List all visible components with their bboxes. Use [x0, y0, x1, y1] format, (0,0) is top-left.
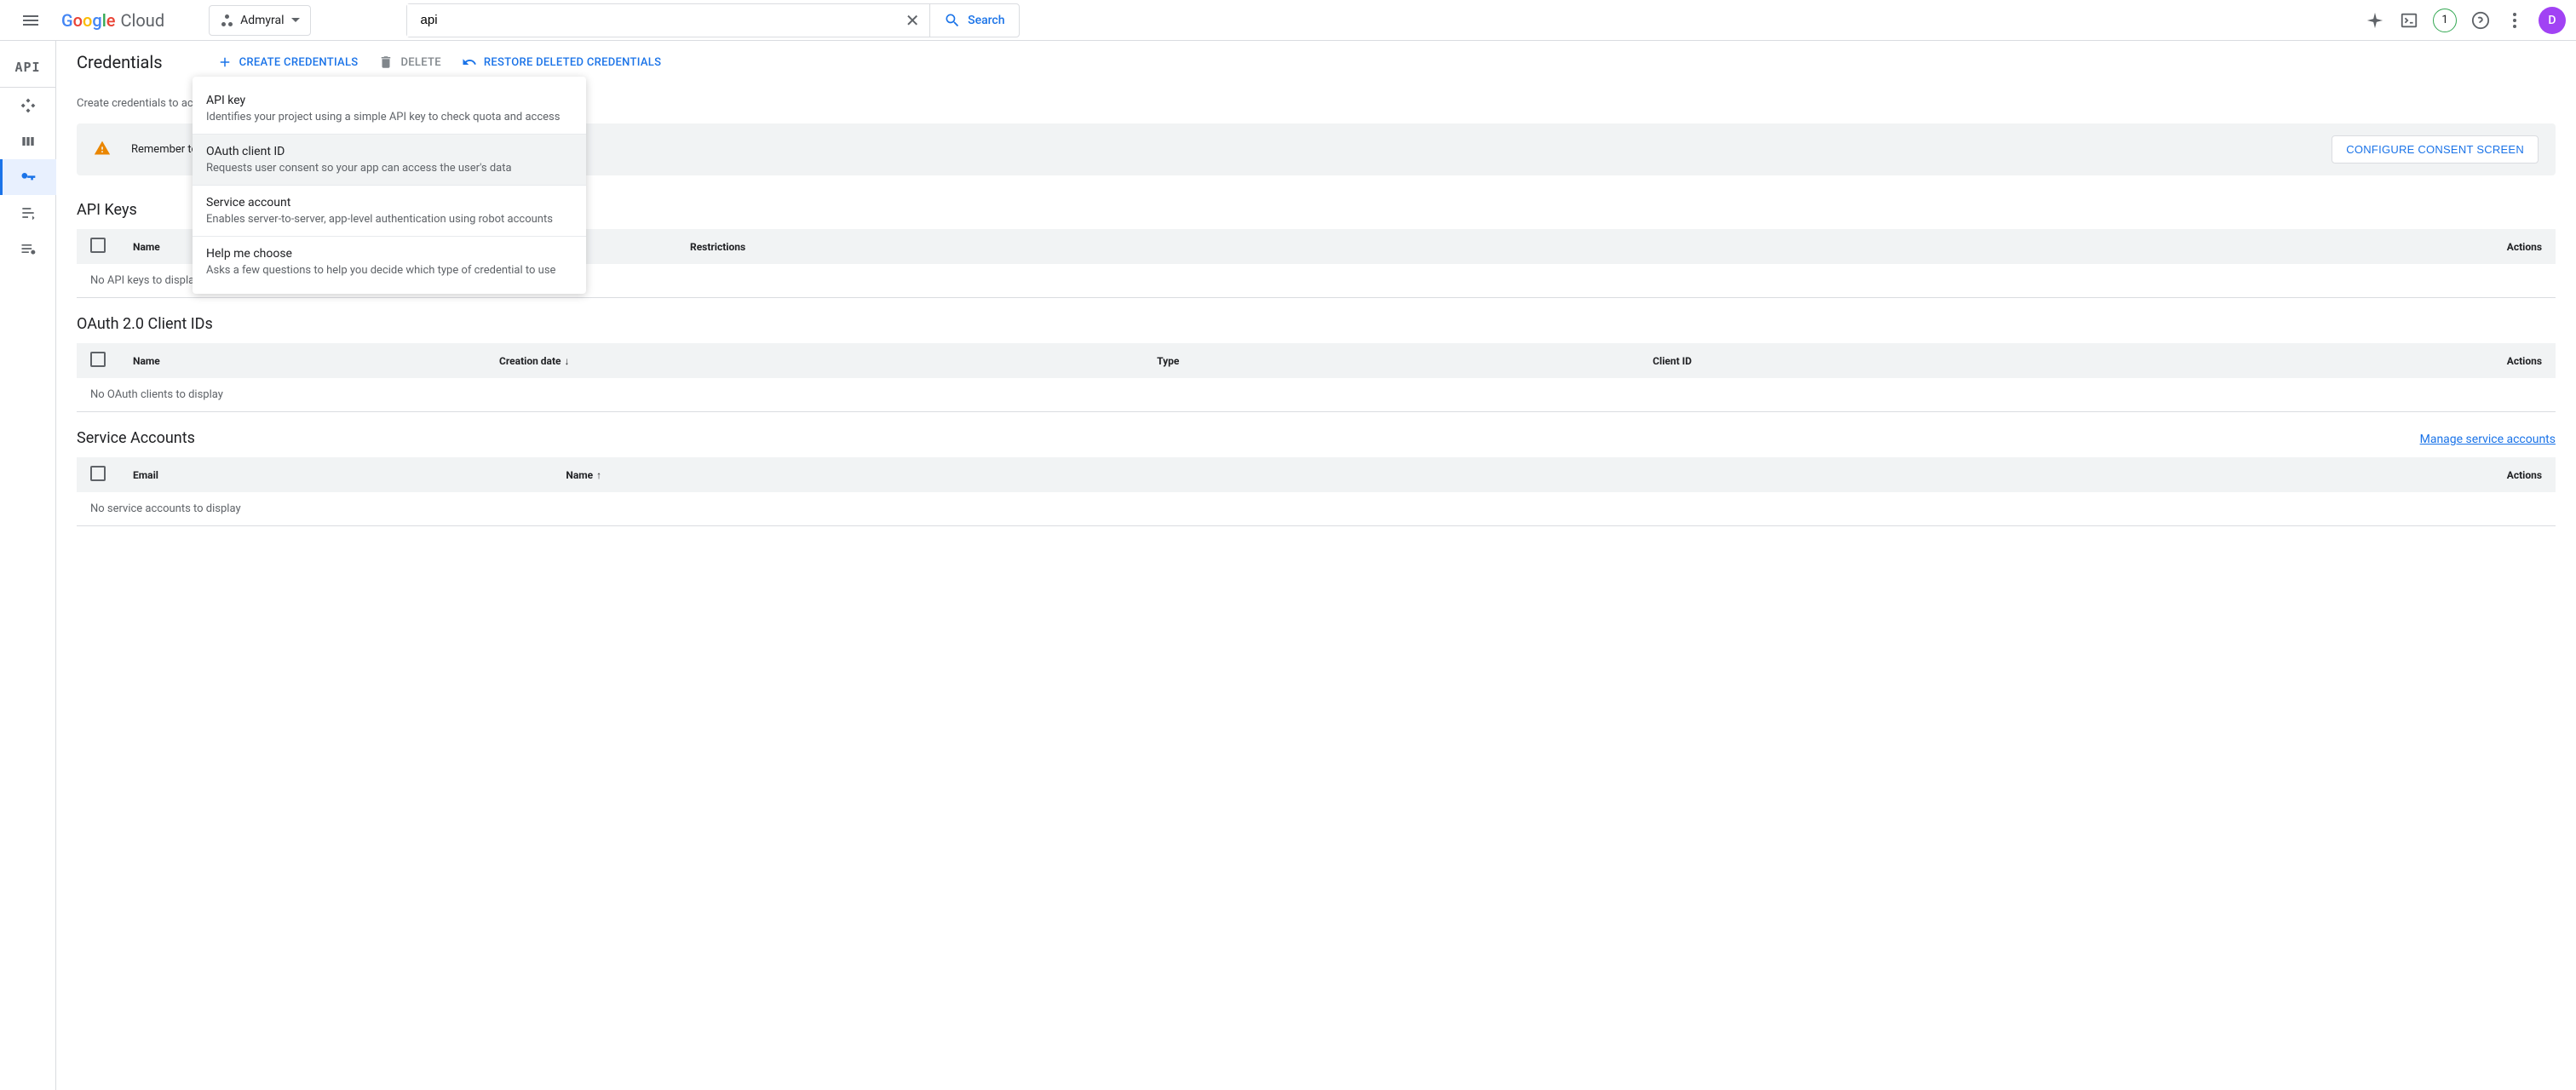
col-type[interactable]: Type [1143, 343, 1639, 378]
chevron-down-icon [291, 18, 300, 22]
top-header: Google Cloud Admyral ✕ Search 1 [0, 0, 2576, 41]
sparkle-icon [2366, 11, 2384, 30]
key-icon [20, 169, 37, 186]
library-icon [20, 133, 37, 150]
search-input[interactable] [407, 4, 896, 37]
dd-desc: Enables server-to-server, app-level auth… [206, 213, 572, 226]
trash-icon [378, 54, 394, 70]
delete-button[interactable]: DELETE [378, 54, 440, 70]
select-all-checkbox[interactable] [90, 238, 106, 253]
sidebar-item-library[interactable] [0, 123, 56, 159]
dd-desc: Requests user consent so your app can ac… [206, 162, 572, 175]
col-name[interactable]: Name↑ [552, 457, 1068, 492]
search-icon [944, 12, 961, 29]
google-wordmark: Google [61, 10, 116, 31]
dd-title: Help me choose [206, 247, 572, 261]
col-creation[interactable]: Creation date↓ [486, 343, 1143, 378]
help-icon [2471, 11, 2490, 30]
select-all-checkbox[interactable] [90, 352, 106, 367]
dd-title: Service account [206, 196, 572, 209]
hamburger-icon [23, 15, 38, 26]
cloud-shell-button[interactable] [2399, 10, 2419, 31]
notifications-badge[interactable]: 1 [2433, 9, 2457, 32]
dropdown-item-help-choose[interactable]: Help me choose Asks a few questions to h… [193, 237, 586, 287]
col-actions: Actions [2135, 343, 2556, 378]
empty-row: No OAuth clients to display [77, 378, 2556, 412]
settings-list-icon [20, 240, 37, 257]
kebab-icon [2513, 13, 2516, 28]
col-actions: Actions [1916, 229, 2556, 264]
col-actions: Actions [1068, 457, 2556, 492]
badge-count: 1 [2441, 14, 2447, 26]
project-name: Admyral [240, 14, 284, 27]
manage-service-accounts-link[interactable]: Manage service accounts [2420, 433, 2556, 446]
col-restrictions[interactable]: Restrictions [676, 229, 1916, 264]
oauth-table: Name Creation date↓ Type Client ID Actio… [77, 343, 2556, 412]
create-label: CREATE CREDENTIALS [239, 56, 359, 69]
warning-icon [94, 140, 111, 160]
help-button[interactable] [2470, 10, 2491, 31]
sidebar-item-page-usage[interactable] [0, 231, 56, 267]
sidebar: API [0, 41, 56, 1090]
restore-label: RESTORE DELETED CREDENTIALS [484, 56, 661, 69]
search-button[interactable]: Search [929, 4, 1018, 37]
section-title-service: Service Accounts [77, 429, 195, 447]
gcp-logo[interactable]: Google Cloud [61, 10, 164, 31]
dropdown-item-oauth-client[interactable]: OAuth client ID Requests user consent so… [193, 135, 586, 186]
dropdown-item-api-key[interactable]: API key Identifies your project using a … [193, 83, 586, 135]
dd-title: OAuth client ID [206, 145, 572, 158]
clear-search-button[interactable]: ✕ [895, 3, 929, 37]
select-all-checkbox[interactable] [90, 466, 106, 481]
page-title: Credentials [77, 52, 163, 72]
search-bar: ✕ Search [406, 3, 1020, 37]
section-title-oauth: OAuth 2.0 Client IDs [77, 315, 2556, 333]
empty-row: No service accounts to display [77, 492, 2556, 526]
dd-title: API key [206, 94, 572, 107]
configure-consent-button[interactable]: CONFIGURE CONSENT SCREEN [2332, 135, 2539, 164]
sidebar-item-credentials[interactable] [0, 159, 56, 195]
gemini-button[interactable] [2365, 10, 2385, 31]
dropdown-item-service-account[interactable]: Service account Enables server-to-server… [193, 186, 586, 237]
project-picker[interactable]: Admyral [209, 5, 310, 36]
project-icon [220, 14, 233, 27]
main-content: Credentials CREATE CREDENTIALS DELETE RE… [56, 41, 2576, 1090]
sidebar-section-api: API [0, 48, 55, 88]
cloud-label: Cloud [121, 10, 165, 31]
arrow-down-icon: ↓ [565, 355, 570, 367]
close-icon: ✕ [906, 10, 920, 31]
sidebar-item-oauth-consent[interactable] [0, 195, 56, 231]
search-label: Search [968, 14, 1004, 27]
service-accounts-table: Email Name↑ Actions No service accounts … [77, 457, 2556, 526]
col-email[interactable]: Email [119, 457, 552, 492]
apis-icon [20, 97, 37, 114]
consent-icon [20, 204, 37, 221]
more-button[interactable] [2504, 10, 2525, 31]
restore-button[interactable]: RESTORE DELETED CREDENTIALS [462, 54, 661, 70]
avatar-letter: D [2548, 14, 2556, 27]
account-avatar[interactable]: D [2539, 7, 2566, 34]
create-credentials-button[interactable]: CREATE CREDENTIALS [217, 54, 359, 70]
undo-icon [462, 54, 477, 70]
dd-desc: Identifies your project using a simple A… [206, 111, 572, 123]
sidebar-item-enabled-apis[interactable] [0, 88, 56, 123]
col-client-id[interactable]: Client ID [1639, 343, 2135, 378]
terminal-icon [2400, 11, 2418, 30]
plus-icon [217, 54, 233, 70]
header-actions: 1 D [2365, 7, 2566, 34]
main-menu-button[interactable] [10, 0, 51, 41]
delete-label: DELETE [400, 56, 440, 69]
arrow-up-icon: ↑ [596, 469, 601, 481]
dd-desc: Asks a few questions to help you decide … [206, 264, 572, 277]
col-name[interactable]: Name [119, 343, 486, 378]
create-credentials-dropdown: API key Identifies your project using a … [193, 77, 586, 294]
